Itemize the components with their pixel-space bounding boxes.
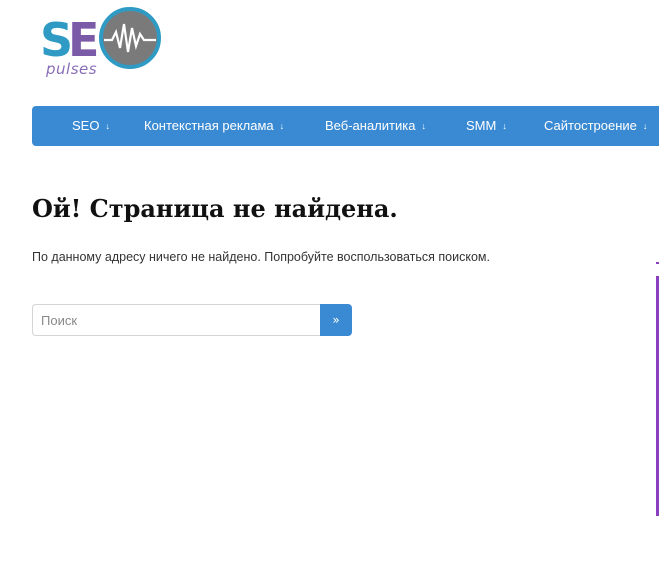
logo-e-letter: E (68, 13, 99, 67)
chevron-down-icon: ↓ (642, 121, 648, 131)
nav-item-label: Веб-аналитика (325, 118, 416, 133)
nav-item-web-analytics[interactable]: Веб-аналитика ↓ (325, 106, 426, 146)
nav-item-label: SEO (72, 118, 100, 133)
not-found-message: По данному адресу ничего не найдено. Поп… (32, 250, 490, 264)
chevron-down-icon: ↓ (105, 121, 110, 131)
chevron-down-icon: ↓ (279, 121, 285, 131)
chevron-down-icon: ↓ (502, 121, 507, 131)
nav-item-smm[interactable]: SMM ↓ (466, 106, 507, 146)
nav-item-site-building[interactable]: Сайтостроение ↓ (544, 106, 647, 146)
chevron-down-icon: ↓ (421, 121, 426, 131)
nav-item-label: SMM (466, 118, 497, 133)
nav-item-seo[interactable]: SEO ↓ (72, 106, 110, 146)
logo-wordmark: pulses (46, 60, 98, 78)
main-navigation: SEO ↓ Контекстная реклама ↓ Веб-аналитика ↓… (32, 106, 659, 146)
nav-item-label: Сайтостроение (544, 118, 637, 133)
nav-item-label: Контекстная реклама (144, 118, 274, 133)
search-submit-button[interactable]: » (320, 304, 352, 336)
site-logo[interactable]: S E pulses (38, 6, 168, 78)
page-title: Ой! Страница не найдена. (32, 194, 398, 223)
nav-item-context-ads[interactable]: Контекстная реклама ↓ (144, 106, 284, 146)
search-input[interactable] (32, 304, 320, 336)
